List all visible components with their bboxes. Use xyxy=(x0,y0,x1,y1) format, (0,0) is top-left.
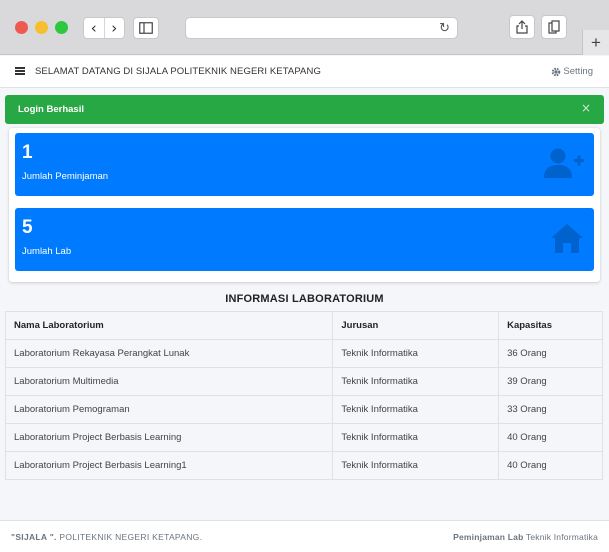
home-icon xyxy=(551,224,583,253)
setting-label: Setting xyxy=(563,66,593,77)
browser-toolbar: ‹ › ↻ + xyxy=(0,0,609,55)
footer-department: Teknik Informatika xyxy=(523,532,598,542)
stat-label: Jumlah Lab xyxy=(22,246,72,257)
kapasitas-cell: 40 Orang xyxy=(498,451,603,480)
footer-copyright: "SIJALA ". POLITEKNIK NEGERI KETAPANG. xyxy=(11,532,202,542)
share-icon xyxy=(516,20,528,34)
login-success-alert: Login Berhasil × xyxy=(5,95,604,124)
section-title: INFORMASI LABORATORIUM xyxy=(225,293,384,305)
column-header: Jurusan xyxy=(332,311,500,340)
footer-app-name: Peminjaman Lab xyxy=(453,532,524,542)
window-minimize-button[interactable] xyxy=(35,21,48,34)
table-row: Laboratorium Rekayasa Perangkat Lunak Te… xyxy=(4,339,603,368)
menu-icon[interactable] xyxy=(15,67,25,75)
stats-card: 1 Jumlah Peminjaman 5 Jumlah Lab xyxy=(9,128,600,282)
footer-institution: POLITEKNIK NEGERI KETAPANG. xyxy=(56,532,203,542)
page-title: SELAMAT DATANG DI SIJALA POLITEKNIK NEGE… xyxy=(35,66,321,77)
stat-box-lab[interactable]: 5 Jumlah Lab xyxy=(15,208,594,271)
table-row: Laboratorium Project Berbasis Learning T… xyxy=(4,423,603,452)
column-header: Nama Laboratorium xyxy=(4,311,334,340)
lab-name-cell: Laboratorium Pemograman xyxy=(4,395,334,424)
jurusan-cell: Teknik Informatika xyxy=(332,451,500,480)
new-tab-button[interactable]: + xyxy=(582,30,609,55)
back-button[interactable]: ‹ xyxy=(84,18,104,38)
column-header: Kapasitas xyxy=(498,311,603,340)
stat-value: 1 xyxy=(22,142,33,163)
share-button[interactable] xyxy=(509,15,535,39)
lab-name-cell: Laboratorium Rekayasa Perangkat Lunak xyxy=(4,339,334,368)
forward-button[interactable]: › xyxy=(103,18,125,38)
kapasitas-cell: 40 Orang xyxy=(498,423,603,452)
sidebar-toggle-button[interactable] xyxy=(133,17,159,39)
kapasitas-cell: 36 Orang xyxy=(498,339,603,368)
sidebar-icon xyxy=(139,22,153,34)
stat-label: Jumlah Peminjaman xyxy=(22,171,109,182)
gear-icon xyxy=(552,67,561,76)
reload-icon[interactable]: ↻ xyxy=(439,21,450,36)
page-footer: "SIJALA ". POLITEKNIK NEGERI KETAPANG. P… xyxy=(0,520,609,552)
footer-brand: "SIJALA ". xyxy=(11,532,57,542)
window-zoom-button[interactable] xyxy=(55,21,68,34)
table-row: Laboratorium Multimedia Teknik Informati… xyxy=(4,367,603,396)
stat-box-peminjaman[interactable]: 1 Jumlah Peminjaman xyxy=(15,133,594,196)
jurusan-cell: Teknik Informatika xyxy=(332,423,500,452)
footer-app-info: Peminjaman Lab Teknik Informatika xyxy=(453,532,598,542)
address-bar[interactable]: ↻ xyxy=(185,17,458,39)
setting-link[interactable]: Setting xyxy=(551,66,593,77)
lab-table: Nama Laboratorium Jurusan Kapasitas Labo… xyxy=(4,311,603,480)
lab-name-cell: Laboratorium Project Berbasis Learning xyxy=(4,423,334,452)
stat-value: 5 xyxy=(22,217,33,238)
tab-overview-button[interactable] xyxy=(541,15,567,39)
kapasitas-cell: 33 Orang xyxy=(498,395,603,424)
lab-name-cell: Laboratorium Multimedia xyxy=(4,367,334,396)
tabs-icon xyxy=(548,20,560,34)
jurusan-cell: Teknik Informatika xyxy=(332,395,500,424)
table-header-row: Nama Laboratorium Jurusan Kapasitas xyxy=(4,311,603,340)
alert-close-button[interactable]: × xyxy=(581,101,591,115)
jurusan-cell: Teknik Informatika xyxy=(332,339,500,368)
jurusan-cell: Teknik Informatika xyxy=(332,367,500,396)
table-row: Laboratorium Project Berbasis Learning1 … xyxy=(4,451,603,480)
kapasitas-cell: 39 Orang xyxy=(498,367,603,396)
window-close-button[interactable] xyxy=(15,21,28,34)
table-row: Laboratorium Pemograman Teknik Informati… xyxy=(4,395,603,424)
user-plus-icon xyxy=(544,148,584,178)
history-nav: ‹ › xyxy=(83,17,125,39)
alert-message: Login Berhasil xyxy=(18,104,84,115)
lab-name-cell: Laboratorium Project Berbasis Learning1 xyxy=(4,451,334,480)
top-navbar: SELAMAT DATANG DI SIJALA POLITEKNIK NEGE… xyxy=(0,56,609,88)
